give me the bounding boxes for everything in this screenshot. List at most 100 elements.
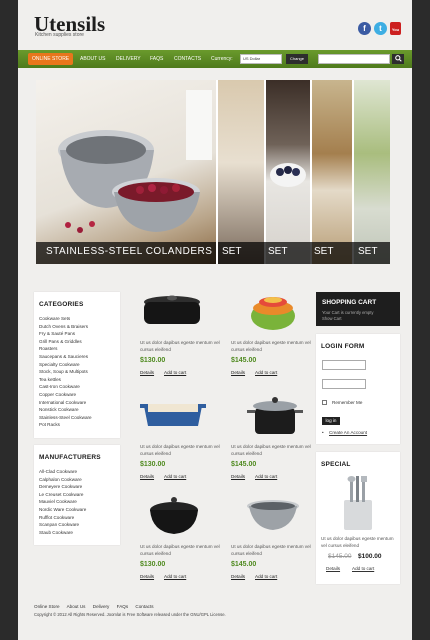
nav-faqs[interactable]: FAQs <box>150 50 163 68</box>
product-description: Ut us dolor dapibus egeste mentum vel cu… <box>140 340 220 352</box>
copyright-text: Copyright © 2012 All Rights Reserved. Jo… <box>34 612 226 617</box>
manufacturer-item[interactable]: All-Clad Cookware <box>39 468 86 476</box>
set-label-3: SET <box>314 246 334 257</box>
baking-dish-image[interactable] <box>140 392 228 444</box>
category-item[interactable]: Stock, Soup & Multipots <box>39 368 92 376</box>
category-item[interactable]: Pot Racks <box>39 421 92 429</box>
search-input[interactable] <box>318 54 390 64</box>
manufacturer-item[interactable]: Rufflot Cookware <box>39 514 86 522</box>
category-item[interactable]: Fry & Sauté Pans <box>39 330 92 338</box>
youtube-icon-text: You <box>391 27 400 32</box>
nav-delivery[interactable]: Delivery <box>116 50 141 68</box>
special-box: SPECIAL Ut us dolor dapibus egeste mentu… <box>316 452 400 584</box>
login-button[interactable]: log in <box>322 417 340 425</box>
colander-image[interactable] <box>231 492 319 544</box>
special-details-link[interactable]: Details <box>326 566 340 571</box>
product-details-link[interactable]: Details <box>140 574 154 579</box>
category-item[interactable]: Specialty Cookware <box>39 361 92 369</box>
cart-status: Your Cart is currently empty Show Cart <box>322 310 374 322</box>
product-description: Ut us dolor dapibus egeste mentum vel cu… <box>231 544 311 556</box>
facebook-icon[interactable]: f <box>358 22 371 35</box>
footer-link[interactable]: Delivery <box>93 604 110 609</box>
category-item[interactable]: Cast-Iron Cookware <box>39 383 92 391</box>
product-details-link[interactable]: Details <box>231 574 245 579</box>
product-description: Ut us dolor dapibus egeste mentum vel cu… <box>140 444 220 456</box>
store-tagline: Kitchen supplies store <box>35 32 84 38</box>
special-add-to-cart-link[interactable]: Add to cart <box>352 566 374 571</box>
search-button[interactable] <box>392 54 404 64</box>
change-currency-button[interactable]: Change <box>286 54 308 64</box>
category-item[interactable]: Nonstick Cookware <box>39 406 92 414</box>
add-to-cart-link[interactable]: Add to cart <box>164 474 186 479</box>
twitter-icon[interactable]: t <box>374 22 387 35</box>
category-item[interactable]: Roasters <box>39 345 92 353</box>
remember-me-checkbox[interactable] <box>322 400 327 405</box>
category-item[interactable]: Grill Pans & Griddles <box>39 338 92 346</box>
nav-about-us[interactable]: About Us <box>80 50 105 68</box>
footer-link[interactable]: Contacts <box>135 604 153 609</box>
product-description: Ut us dolor dapibus egeste mentum vel cu… <box>231 444 311 456</box>
youtube-icon[interactable]: You <box>390 22 401 35</box>
dutch-oven-image[interactable] <box>140 288 228 340</box>
footer-link[interactable]: About Us <box>67 604 86 609</box>
category-item[interactable]: Copper Cookware <box>39 391 92 399</box>
remember-me-label: Remember Me <box>332 400 363 405</box>
manufacturer-item[interactable]: Demeyere Cookware <box>39 483 86 491</box>
add-to-cart-link[interactable]: Add to cart <box>255 370 277 375</box>
set-panel-1[interactable] <box>216 80 264 264</box>
password-field[interactable] <box>322 379 366 389</box>
nav-contacts[interactable]: Contacts <box>174 50 201 68</box>
categories-title: CATEGORIES <box>39 301 84 308</box>
footer-link[interactable]: Online Store <box>34 604 60 609</box>
currency-label: Currency: <box>211 56 233 62</box>
set-panel-2[interactable] <box>264 80 310 264</box>
colander-illustration <box>58 90 212 233</box>
footer-nav: Online Store About Us Delivery FAQs Cont… <box>34 604 160 609</box>
manufacturer-item[interactable]: Scanpan Cookware <box>39 521 86 529</box>
product-details-link[interactable]: Details <box>231 370 245 375</box>
footer-link[interactable]: FAQs <box>117 604 129 609</box>
special-description: Ut us dolor dapibus egeste mentum vel cu… <box>321 536 394 548</box>
category-item[interactable]: Dutch Ovens & Braisers <box>39 323 92 331</box>
category-item[interactable]: Tea kettles <box>39 376 92 384</box>
show-cart-link[interactable]: Show Cart <box>322 316 342 321</box>
shopping-cart-box: SHOPPING CART Your Cart is currently emp… <box>316 292 400 326</box>
add-to-cart-link[interactable]: Add to cart <box>164 574 186 579</box>
special-title: SPECIAL <box>321 461 351 468</box>
manufacturer-item[interactable]: Staub Cookware <box>39 529 86 537</box>
manufacturer-item[interactable]: Calphalon Cookware <box>39 476 86 484</box>
product-details-link[interactable]: Details <box>231 474 245 479</box>
set-panel-3[interactable] <box>310 80 352 264</box>
manufacturer-item[interactable]: Mauviel Cookware <box>39 498 86 506</box>
colander-slide[interactable] <box>36 80 216 264</box>
category-item[interactable]: Saucepans & Saucieres <box>39 353 92 361</box>
tagine-image[interactable] <box>140 492 228 544</box>
category-item[interactable]: Stainless-Steel Cookware <box>39 414 92 422</box>
set-panel-4[interactable] <box>352 80 390 264</box>
search-icon <box>394 55 402 62</box>
product-card: Ut us dolor dapibus egeste mentum vel cu… <box>140 392 228 492</box>
manufacturer-item[interactable]: Nordic Ware Cookware <box>39 506 86 514</box>
category-item[interactable]: Cookware Sets <box>39 315 92 323</box>
add-to-cart-link[interactable]: Add to cart <box>255 474 277 479</box>
category-item[interactable]: International Cookware <box>39 399 92 407</box>
product-details-link[interactable]: Details <box>140 474 154 479</box>
add-to-cart-link[interactable]: Add to cart <box>164 370 186 375</box>
currency-select[interactable]: US Dollar <box>240 54 282 64</box>
manufacturers-title: MANUFACTURERS <box>39 454 101 461</box>
mixing-bowls-image[interactable] <box>231 288 319 340</box>
utensil-set-image[interactable] <box>330 474 386 534</box>
product-details-link[interactable]: Details <box>140 370 154 375</box>
page: Utensils Kitchen supplies store f t You … <box>18 0 412 640</box>
add-to-cart-link[interactable]: Add to cart <box>255 574 277 579</box>
manufacturers-list: All-Clad Cookware Calphalon Cookware Dem… <box>39 468 86 536</box>
stock-pot-image[interactable] <box>231 392 319 444</box>
hero-slider[interactable]: STAINLESS-STEEL COLANDERS SET SET SET SE… <box>36 80 390 264</box>
product-card: Ut us dolor dapibus egeste mentum vel cu… <box>140 288 228 388</box>
nav-online-store[interactable]: Online Store <box>28 53 74 65</box>
manufacturer-item[interactable]: Le Creuset Cookware <box>39 491 86 499</box>
create-account-link[interactable]: Create An Account <box>329 430 367 435</box>
product-description: Ut us dolor dapibus egeste mentum vel cu… <box>231 340 311 352</box>
product-card: Ut us dolor dapibus egeste mentum vel cu… <box>140 492 228 592</box>
username-field[interactable] <box>322 360 366 370</box>
